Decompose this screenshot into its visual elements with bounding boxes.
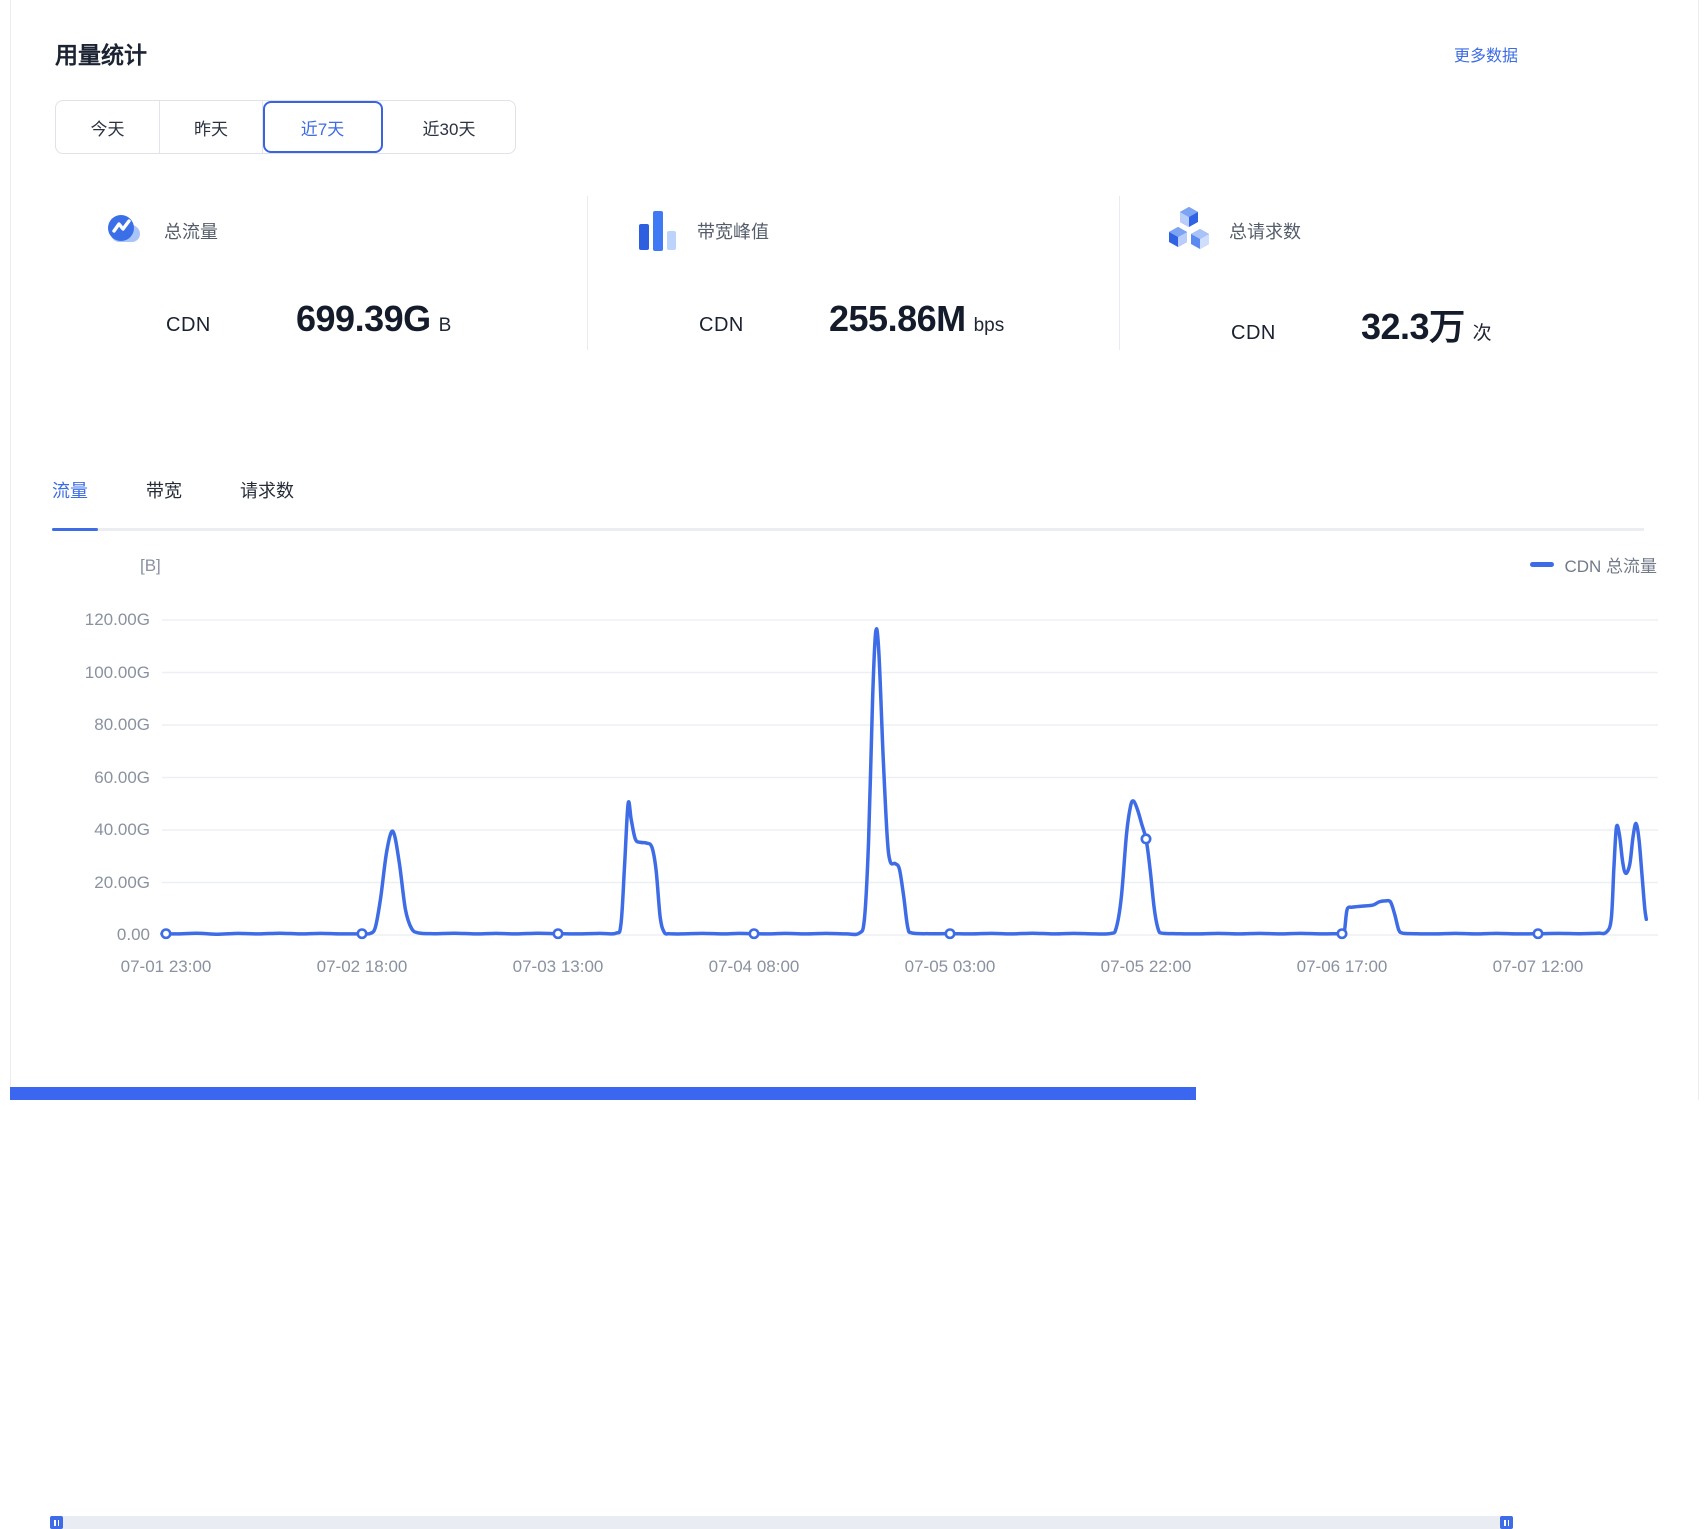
stat-label: 总请求数 [1229,218,1301,244]
stat-value-row: CDN255.86M bps [699,298,1119,340]
stat-value-row: CDN32.3万次 [1231,298,1651,350]
page-title: 用量统计 [55,36,147,70]
y-axis-tick-label: 80.00G [0,715,150,735]
metric-tab-1[interactable]: 带宽 [146,477,182,513]
x-axis-tick-label: 07-01 23:00 [96,957,236,977]
stat-product-name: CDN [166,314,296,337]
stat-product-name: CDN [1231,322,1361,345]
bottom-blue-bar [10,1087,1196,1100]
x-axis-tick-label: 07-07 12:00 [1468,957,1608,977]
y-axis-tick-label: 0.00 [0,925,150,945]
stats-summary: 总流量CDN699.39GB带宽峰值CDN255.86Mbps总请求数CDN32… [55,196,1655,350]
stat-unit: bps [974,315,1005,337]
tabs-divider [52,528,1644,531]
data-point-marker[interactable] [1142,835,1150,843]
requests-cubes-icon [1165,205,1213,258]
range-tab-0[interactable]: 今天 [56,101,160,153]
data-point-marker[interactable] [554,929,562,937]
x-axis-tick-label: 07-06 17:00 [1272,957,1412,977]
stat-card-0: 总流量 CDN699.39G B [55,196,587,350]
metric-tab-2[interactable]: 请求数 [240,477,294,513]
y-axis-tick-label: 100.00G [0,663,150,683]
datazoom-left-handle[interactable] [50,1516,63,1529]
date-range-tabs: 今天昨天近7天近30天 [55,100,516,154]
x-axis-tick-label: 07-02 18:00 [292,957,432,977]
range-tab-3[interactable]: 近30天 [383,101,515,153]
line-chart-canvas[interactable] [0,540,1706,1000]
data-point-marker[interactable] [946,929,954,937]
x-axis-tick-label: 07-05 03:00 [880,957,1020,977]
range-tab-1[interactable]: 昨天 [160,101,263,153]
traffic-chart: [B] CDN 总流量 120.00G100.00G80.00G60.00G40… [0,540,1706,1000]
data-point-marker[interactable] [1534,929,1542,937]
y-axis-tick-label: 20.00G [0,873,150,893]
traffic-line-series [162,629,1646,935]
x-axis-tick-label: 07-03 13:00 [488,957,628,977]
active-tab-underline [52,528,98,531]
range-tab-2[interactable]: 近7天 [263,101,383,153]
stat-unit: B [439,315,452,337]
stat-label: 带宽峰值 [697,218,769,244]
y-axis-tick-label: 120.00G [0,610,150,630]
bandwidth-bars-icon [633,205,681,258]
stat-card-2: 总请求数 CDN32.3万次 [1119,196,1651,350]
y-axis-tick-label: 60.00G [0,768,150,788]
y-axis-tick-label: 40.00G [0,820,150,840]
stat-value: 255.86M [829,298,966,340]
datazoom-right-handle[interactable] [1500,1516,1513,1529]
x-axis-tick-label: 07-05 22:00 [1076,957,1216,977]
stat-card-1: 带宽峰值 CDN255.86M bps [587,196,1119,350]
stat-card-head: 总流量 [100,206,587,256]
stat-card-head: 带宽峰值 [633,206,1119,256]
datazoom-slider[interactable] [50,1516,1513,1529]
x-axis-tick-label: 07-04 08:00 [684,957,824,977]
metric-tab-0[interactable]: 流量 [52,477,88,513]
metric-tabs: 流量 带宽 请求数 [52,477,294,513]
stat-card-head: 总请求数 [1165,206,1651,256]
data-point-marker[interactable] [162,929,170,937]
stat-value: 32.3万 [1361,298,1465,350]
stat-label: 总流量 [164,218,218,244]
data-point-marker[interactable] [1338,929,1346,937]
stat-value-row: CDN699.39G B [166,298,587,340]
stat-product-name: CDN [699,314,829,337]
data-point-marker[interactable] [750,929,758,937]
cloud-traffic-icon [100,205,148,258]
data-point-marker[interactable] [358,929,366,937]
stat-unit: 次 [1473,318,1492,345]
stat-value: 699.39G [296,298,431,340]
more-data-link[interactable]: 更多数据 [1454,42,1518,66]
